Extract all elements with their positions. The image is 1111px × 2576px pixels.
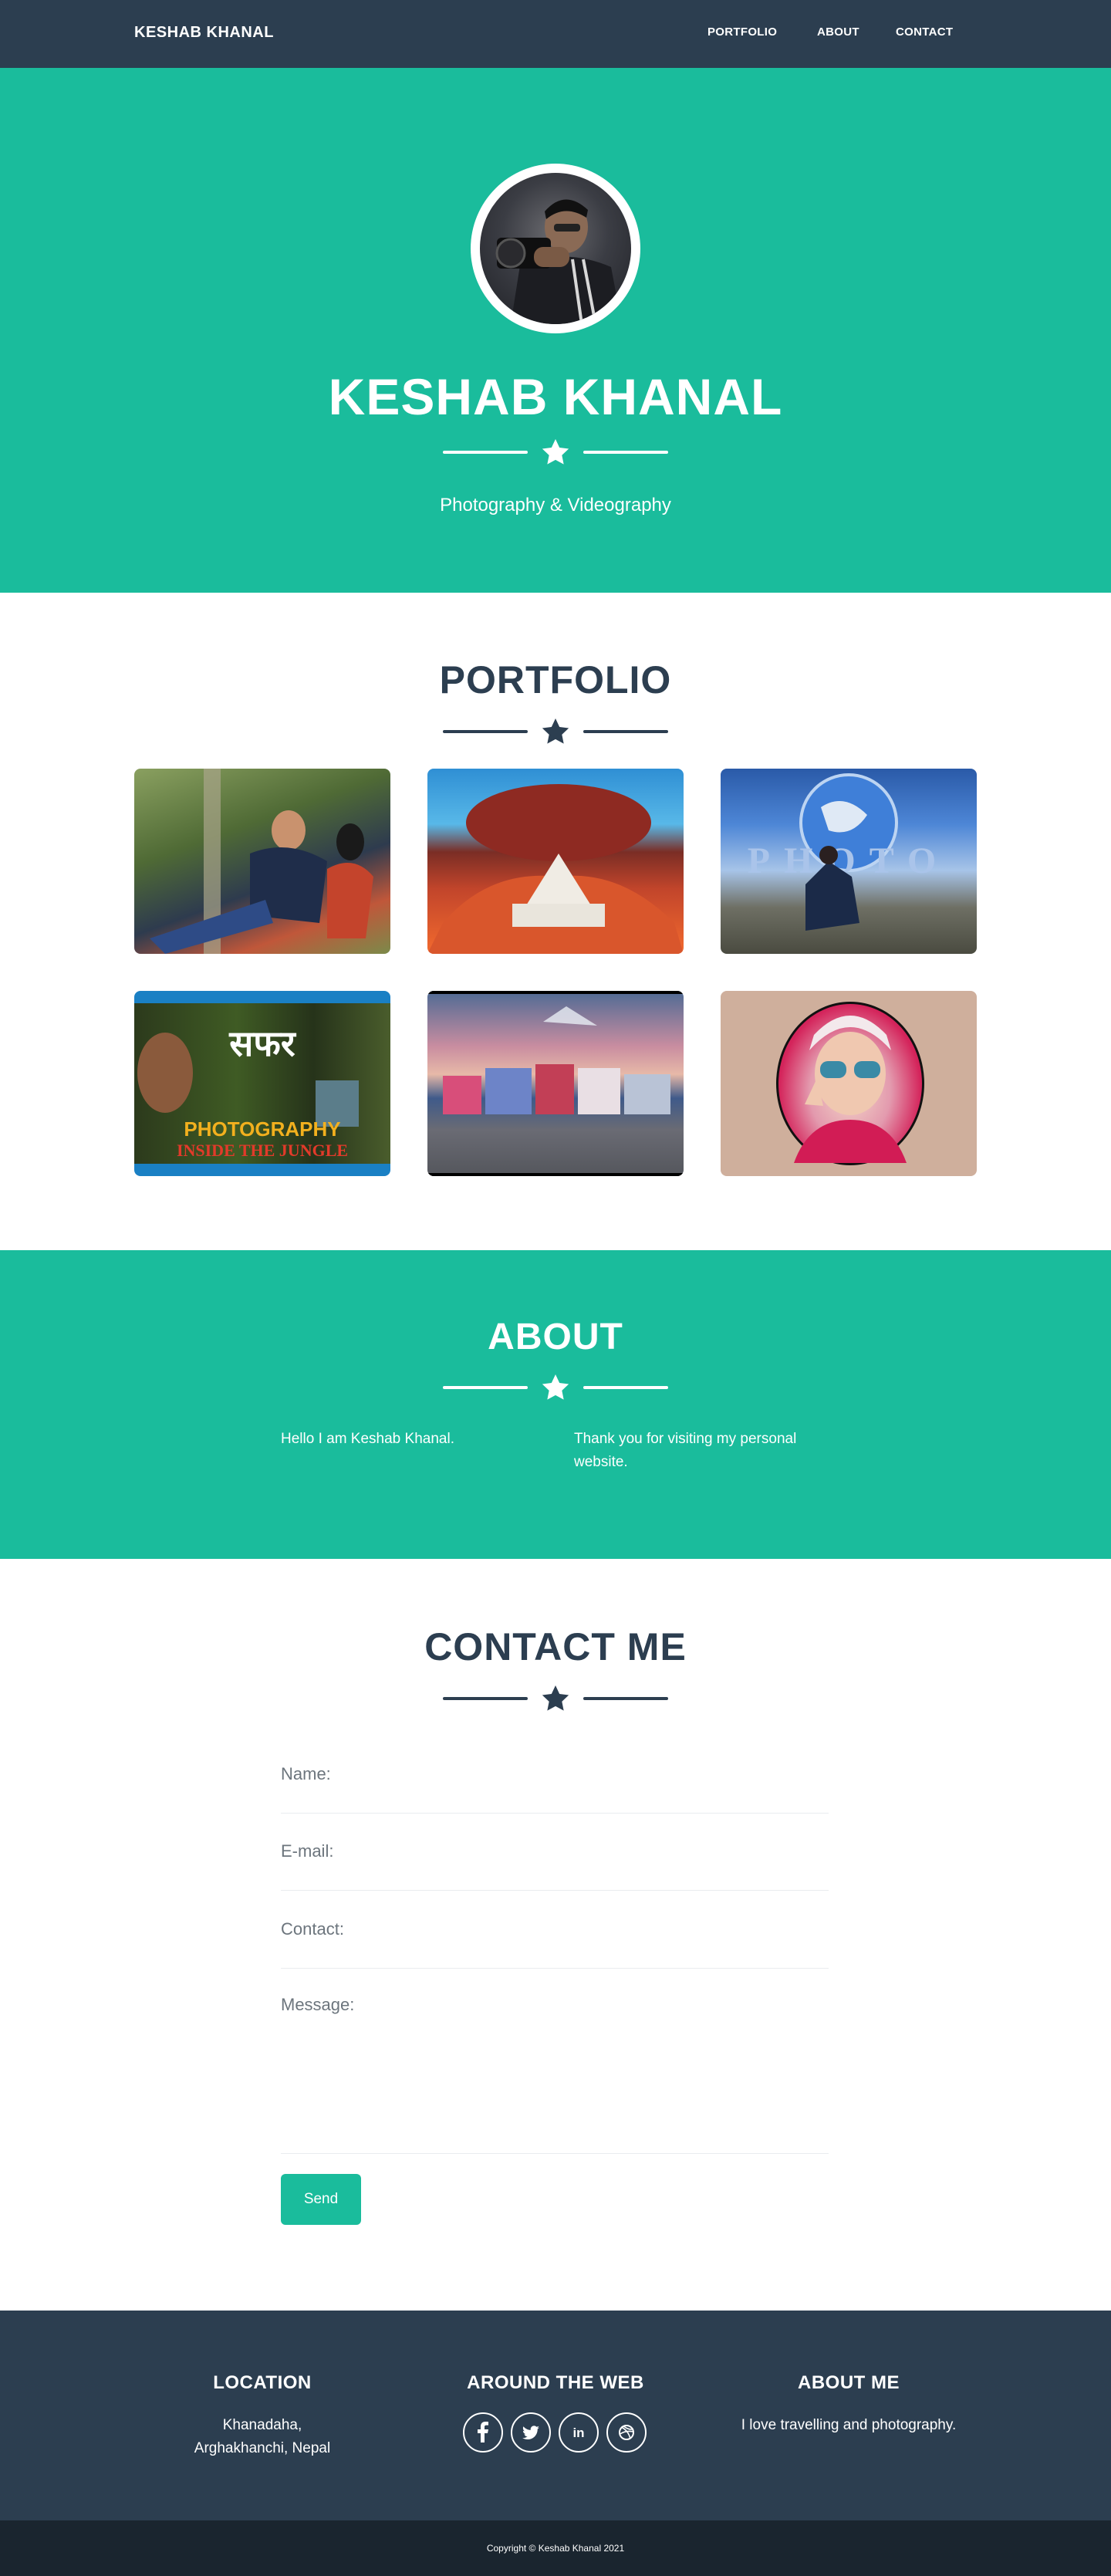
portrait-photo <box>794 1016 907 1163</box>
location-title: LOCATION <box>213 2372 312 2393</box>
nav-about[interactable]: ABOUT <box>817 25 859 39</box>
about-title: ABOUT <box>488 1317 623 1357</box>
masthead-subtitle: Photography & Videography <box>440 495 671 516</box>
photographer-image <box>495 199 622 324</box>
couple-photo <box>150 769 373 954</box>
portrait-oval <box>776 1002 924 1165</box>
star-divider <box>443 1372 668 1403</box>
about-section: ABOUT Hello I am Keshab Khanal. Thank yo… <box>0 1250 1111 1559</box>
masthead-title: KESHAB KHANAL <box>328 368 783 425</box>
temple-photo <box>427 784 684 954</box>
portfolio-item-photo-globe[interactable]: PHOTO <box>721 769 977 954</box>
dribbble-icon[interactable] <box>606 2412 647 2453</box>
about-text-right: Thank you for visiting my personal websi… <box>574 1431 797 1470</box>
photography-text: PHOTOGRAPHY <box>184 1117 340 1141</box>
portfolio-item-couple[interactable] <box>134 769 390 954</box>
star-icon <box>542 439 569 465</box>
social-links: in <box>463 2412 648 2453</box>
divider-line-left <box>443 1697 528 1700</box>
jungle-graphics: सफर PHOTOGRAPHY INSIDE THE JUNGLE <box>137 1023 359 1160</box>
email-label: E-mail: <box>281 1841 334 1861</box>
jungle-photo: सफर PHOTOGRAPHY INSIDE THE JUNGLE <box>134 1003 390 1164</box>
about-text-left: Hello I am Keshab Khanal. <box>281 1431 454 1447</box>
safar-text: सफर <box>228 1023 297 1064</box>
message-label: Message: <box>281 1995 355 2014</box>
divider-line-left <box>443 451 528 454</box>
contact-label: Contact: <box>281 1919 344 1939</box>
footer-web: AROUND THE WEB <box>424 2372 687 2394</box>
star-icon <box>542 1374 569 1400</box>
copyright-bar: Copyright © Keshab Khanal 2021 <box>0 2520 1111 2576</box>
message-field[interactable]: Message: <box>281 1995 829 2154</box>
contact-field[interactable]: Contact: <box>281 1919 829 1969</box>
copyright-text: Copyright © Keshab Khanal 2021 <box>486 2543 625 2554</box>
svg-text:in: in <box>572 2426 584 2440</box>
star-divider <box>443 716 668 747</box>
send-button[interactable]: Send <box>281 2174 361 2225</box>
divider-line-right <box>583 1697 668 1700</box>
star-divider <box>443 437 668 468</box>
portfolio-item-jungle[interactable]: सफर PHOTOGRAPHY INSIDE THE JUNGLE <box>134 991 390 1176</box>
footer-about-me: ABOUT ME I love travelling and photograp… <box>718 2372 980 2437</box>
nav-portfolio[interactable]: PORTFOLIO <box>707 25 777 39</box>
contact-title: CONTACT ME <box>424 1625 687 1668</box>
name-label: Name: <box>281 1764 331 1783</box>
town-photo <box>427 991 684 1176</box>
navbar: KESHAB KHANAL PORTFOLIO ABOUT CONTACT <box>0 0 1111 68</box>
profile-photo <box>480 173 631 324</box>
masthead: KESHAB KHANAL Photography & Videography <box>0 68 1111 593</box>
about-me-text: I love travelling and photography. <box>741 2417 957 2433</box>
about-me-title: ABOUT ME <box>798 2372 900 2393</box>
portfolio-title: PORTFOLIO <box>439 658 672 701</box>
star-icon <box>542 718 569 744</box>
photo-globe-image: PHOTO <box>748 773 936 931</box>
brand-link[interactable]: KESHAB KHANAL <box>134 24 274 42</box>
profile-avatar <box>471 164 640 333</box>
star-icon <box>542 1685 569 1711</box>
divider-line-right <box>583 451 668 454</box>
name-field[interactable]: Name: <box>281 1764 829 1814</box>
location-text: Khanadaha, Arghakhanchi, Nepal <box>194 2417 331 2456</box>
divider-line-left <box>443 730 528 733</box>
inside-jungle-text: INSIDE THE JUNGLE <box>177 1141 348 1160</box>
nav-contact[interactable]: CONTACT <box>896 25 953 39</box>
portfolio-item-town[interactable] <box>427 991 684 1176</box>
divider-line-right <box>583 730 668 733</box>
web-title: AROUND THE WEB <box>467 2372 644 2393</box>
facebook-icon[interactable] <box>463 2412 503 2453</box>
portfolio-item-temple[interactable] <box>427 769 684 954</box>
twitter-icon[interactable] <box>511 2412 551 2453</box>
linkedin-icon[interactable]: in <box>559 2412 599 2453</box>
divider-line-right <box>583 1386 668 1389</box>
divider-line-left <box>443 1386 528 1389</box>
portfolio-item-portrait[interactable] <box>721 991 977 1176</box>
footer-location: LOCATION Khanadaha, Arghakhanchi, Nepal <box>131 2372 393 2460</box>
email-field[interactable]: E-mail: <box>281 1841 829 1891</box>
star-divider <box>443 1683 668 1714</box>
